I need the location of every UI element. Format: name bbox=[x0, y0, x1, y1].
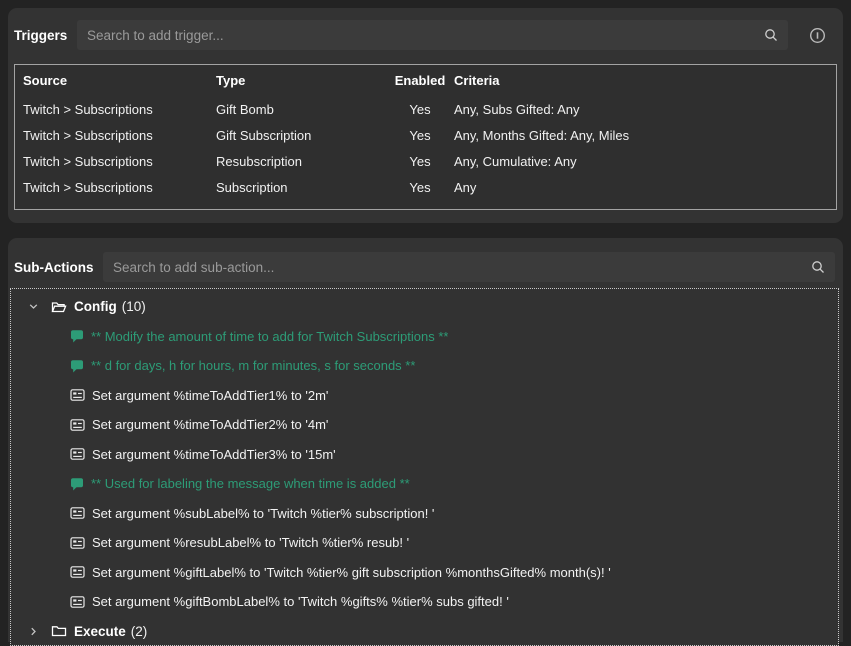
folder-closed-icon bbox=[51, 624, 67, 638]
subaction-search-box bbox=[103, 252, 835, 282]
group-count: (2) bbox=[131, 624, 148, 639]
subaction-text: Set argument %subLabel% to 'Twitch %tier… bbox=[92, 506, 434, 521]
subaction-text: Set argument %resubLabel% to 'Twitch %ti… bbox=[92, 535, 409, 550]
trigger-cell-type: Gift Subscription bbox=[208, 128, 386, 143]
trigger-cell-enabled: Yes bbox=[386, 180, 454, 195]
comment-icon bbox=[70, 359, 84, 373]
chevron-down-icon[interactable] bbox=[26, 301, 40, 312]
column-header-type[interactable]: Type bbox=[208, 73, 386, 88]
chevron-right-icon[interactable] bbox=[26, 626, 40, 637]
subactions-panel: Sub-Actions Config (10) ** Modify the amou… bbox=[8, 238, 843, 642]
triggers-section-label: Triggers bbox=[14, 28, 67, 43]
trigger-table-row[interactable]: Twitch > SubscriptionsGift SubscriptionY… bbox=[15, 122, 836, 148]
trigger-search-input[interactable] bbox=[77, 20, 764, 50]
trigger-cell-type: Resubscription bbox=[208, 154, 386, 169]
trigger-cell-criteria: Any, Cumulative: Any bbox=[454, 154, 836, 169]
subaction-comment-row[interactable]: ** d for days, h for hours, m for minute… bbox=[11, 351, 838, 381]
set-argument-icon bbox=[70, 506, 85, 520]
trigger-cell-type: Subscription bbox=[208, 180, 386, 195]
folder-open-icon bbox=[51, 300, 67, 314]
triggers-table-header: Source Type Enabled Criteria bbox=[15, 65, 836, 96]
subaction-row[interactable]: Set argument %timeToAddTier2% to '4m' bbox=[11, 410, 838, 440]
group-count: (10) bbox=[122, 299, 146, 314]
set-argument-icon bbox=[70, 595, 85, 609]
search-icon[interactable] bbox=[764, 28, 778, 42]
trigger-cell-source: Twitch > Subscriptions bbox=[15, 154, 208, 169]
trigger-search-box bbox=[77, 20, 788, 50]
trigger-cell-source: Twitch > Subscriptions bbox=[15, 102, 208, 117]
set-argument-icon bbox=[70, 418, 85, 432]
group-label: Config bbox=[74, 299, 117, 314]
comment-icon bbox=[70, 477, 84, 491]
subaction-row[interactable]: Set argument %resubLabel% to 'Twitch %ti… bbox=[11, 528, 838, 558]
group-label: Execute bbox=[74, 624, 126, 639]
subaction-text: Set argument %timeToAddTier1% to '2m' bbox=[92, 388, 328, 403]
subactions-section-label: Sub-Actions bbox=[14, 260, 94, 275]
subaction-text: Set argument %giftLabel% to 'Twitch %tie… bbox=[92, 565, 611, 580]
search-icon[interactable] bbox=[811, 260, 825, 274]
column-header-enabled[interactable]: Enabled bbox=[386, 73, 454, 88]
trigger-cell-criteria: Any bbox=[454, 180, 836, 195]
subaction-row[interactable]: Set argument %timeToAddTier3% to '15m' bbox=[11, 440, 838, 470]
subaction-row[interactable]: Set argument %giftLabel% to 'Twitch %tie… bbox=[11, 558, 838, 588]
subaction-comment-row[interactable]: ** Modify the amount of time to add for … bbox=[11, 322, 838, 352]
subaction-row[interactable]: Set argument %subLabel% to 'Twitch %tier… bbox=[11, 499, 838, 529]
info-icon[interactable] bbox=[806, 24, 828, 46]
trigger-cell-source: Twitch > Subscriptions bbox=[15, 128, 208, 143]
trigger-cell-criteria: Any, Subs Gifted: Any bbox=[454, 102, 836, 117]
subaction-row[interactable]: Set argument %timeToAddTier1% to '2m' bbox=[11, 381, 838, 411]
subaction-text: Set argument %timeToAddTier2% to '4m' bbox=[92, 417, 328, 432]
triggers-panel: Triggers Source Type Enabled Criteria Tw… bbox=[8, 8, 843, 223]
trigger-cell-enabled: Yes bbox=[386, 128, 454, 143]
set-argument-icon bbox=[70, 536, 85, 550]
comment-icon bbox=[70, 329, 84, 343]
trigger-table-row[interactable]: Twitch > SubscriptionsSubscriptionYesAny bbox=[15, 174, 836, 200]
trigger-table-row[interactable]: Twitch > SubscriptionsResubscriptionYesA… bbox=[15, 148, 836, 174]
trigger-cell-enabled: Yes bbox=[386, 154, 454, 169]
column-header-criteria[interactable]: Criteria bbox=[454, 73, 836, 88]
subaction-tree-list: Config (10) ** Modify the amount of time t… bbox=[10, 288, 839, 646]
trigger-cell-source: Twitch > Subscriptions bbox=[15, 180, 208, 195]
set-argument-icon bbox=[70, 388, 85, 402]
trigger-cell-type: Gift Bomb bbox=[208, 102, 386, 117]
subaction-text: Set argument %giftBombLabel% to 'Twitch … bbox=[92, 594, 509, 609]
subaction-text: ** Modify the amount of time to add for … bbox=[91, 329, 448, 344]
subaction-text: ** d for days, h for hours, m for minute… bbox=[91, 358, 415, 373]
set-argument-icon bbox=[70, 565, 85, 579]
tree-group-config[interactable]: Config (10) bbox=[11, 292, 838, 322]
column-header-source[interactable]: Source bbox=[15, 73, 208, 88]
subaction-text: Set argument %timeToAddTier3% to '15m' bbox=[92, 447, 336, 462]
set-argument-icon bbox=[70, 447, 85, 461]
subaction-row[interactable]: Set argument %giftBombLabel% to 'Twitch … bbox=[11, 587, 838, 617]
trigger-cell-enabled: Yes bbox=[386, 102, 454, 117]
triggers-table: Source Type Enabled Criteria Twitch > Su… bbox=[14, 64, 837, 210]
trigger-table-row[interactable]: Twitch > SubscriptionsGift BombYesAny, S… bbox=[15, 96, 836, 122]
subaction-search-input[interactable] bbox=[103, 252, 811, 282]
subaction-comment-row[interactable]: ** Used for labeling the message when ti… bbox=[11, 469, 838, 499]
subaction-text: ** Used for labeling the message when ti… bbox=[91, 476, 410, 491]
trigger-cell-criteria: Any, Months Gifted: Any, Miles bbox=[454, 128, 836, 143]
